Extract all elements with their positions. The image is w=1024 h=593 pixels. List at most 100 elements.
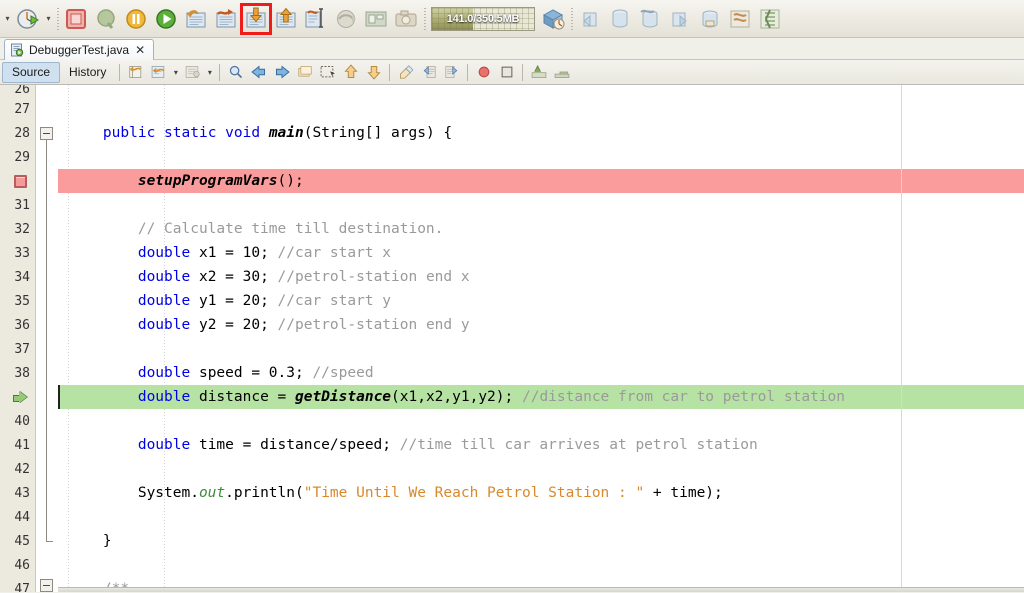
gutter-line-44[interactable]: 44 bbox=[0, 505, 35, 529]
code-line-46[interactable] bbox=[58, 553, 1024, 577]
gutter-line-40[interactable]: 40 bbox=[0, 409, 35, 433]
debug-project-caret[interactable]: ▾ bbox=[43, 4, 54, 34]
find-selection-button[interactable] bbox=[224, 62, 247, 83]
previous-error-button[interactable] bbox=[339, 62, 362, 83]
pause-debug-button[interactable] bbox=[91, 4, 121, 34]
history-tab-button[interactable]: History bbox=[60, 62, 115, 83]
code-line-26[interactable] bbox=[58, 85, 1024, 97]
gutter-line-35[interactable]: 35 bbox=[0, 289, 35, 313]
code-folding-column[interactable] bbox=[36, 85, 58, 592]
gutter-line-46[interactable]: 46 bbox=[0, 553, 35, 577]
gutter-line-36[interactable]: 36 bbox=[0, 313, 35, 337]
code-line-33[interactable]: double x1 = 10; //car start x bbox=[58, 241, 1024, 265]
toggle-breakpoint-button[interactable] bbox=[472, 62, 495, 83]
step-out-button[interactable] bbox=[271, 4, 301, 34]
debug-project-button[interactable] bbox=[13, 4, 43, 34]
fold-collapse-icon[interactable] bbox=[40, 127, 53, 140]
db-back-button[interactable] bbox=[575, 4, 605, 34]
toggle-bookmark-button[interactable] bbox=[293, 62, 316, 83]
line-number-gutter[interactable]: 26272829 3132333435363738 4041424344454647 bbox=[0, 85, 36, 592]
inspect-button[interactable] bbox=[181, 62, 204, 83]
gutter-line-47[interactable]: 47 bbox=[0, 577, 35, 592]
stop-button[interactable] bbox=[495, 62, 518, 83]
gutter-line-43[interactable]: 43 bbox=[0, 481, 35, 505]
code-line-42[interactable] bbox=[58, 457, 1024, 481]
previous-bookmark-button[interactable] bbox=[247, 62, 270, 83]
code-line-38[interactable]: double speed = 0.3; //speed bbox=[58, 361, 1024, 385]
db-connect-button[interactable] bbox=[605, 4, 635, 34]
code-line-39[interactable]: double distance = getDistance(x1,x2,y1,y… bbox=[58, 385, 1024, 409]
toggle-highlight-button[interactable] bbox=[394, 62, 417, 83]
run-to-cursor-button[interactable] bbox=[301, 4, 331, 34]
code-editor[interactable]: 26272829 3132333435363738 4041424344454647… bbox=[0, 85, 1024, 592]
code-line-27[interactable] bbox=[58, 97, 1024, 121]
code-line-43[interactable]: System.out.println("Time Until We Reach … bbox=[58, 481, 1024, 505]
gutter-line-45[interactable]: 45 bbox=[0, 529, 35, 553]
db-run-button[interactable] bbox=[635, 4, 665, 34]
code-line-36[interactable]: double y2 = 20; //petrol-station end y bbox=[58, 313, 1024, 337]
code-line-34[interactable]: double x2 = 30; //petrol-station end x bbox=[58, 265, 1024, 289]
gutter-line-42[interactable]: 42 bbox=[0, 457, 35, 481]
take-gui-snapshot-button[interactable] bbox=[361, 4, 391, 34]
code-line-31[interactable] bbox=[58, 193, 1024, 217]
step-over-button[interactable] bbox=[181, 4, 211, 34]
profile-snapshot-button[interactable] bbox=[391, 4, 421, 34]
code-line-37[interactable] bbox=[58, 337, 1024, 361]
gutter-line-33[interactable]: 33 bbox=[0, 241, 35, 265]
code-line-45[interactable]: } bbox=[58, 529, 1024, 553]
refactor-button-caret[interactable]: ▾ bbox=[170, 62, 181, 83]
code-line-29[interactable] bbox=[58, 145, 1024, 169]
code-line-40[interactable] bbox=[58, 409, 1024, 433]
breakpoint-icon[interactable] bbox=[14, 175, 27, 188]
profiler-button[interactable] bbox=[538, 4, 568, 34]
code-line-28[interactable]: public static void main(String[] args) { bbox=[58, 121, 1024, 145]
fold-collapse-icon[interactable] bbox=[40, 579, 53, 592]
db-commit-button[interactable] bbox=[695, 4, 725, 34]
next-error-button[interactable] bbox=[362, 62, 385, 83]
apply-code-changes-button[interactable] bbox=[331, 4, 361, 34]
horizontal-scrollbar[interactable] bbox=[0, 587, 1024, 592]
gutter-line-34[interactable]: 34 bbox=[0, 265, 35, 289]
inspect-button-caret[interactable]: ▾ bbox=[204, 62, 215, 83]
uncomment-button[interactable] bbox=[550, 62, 573, 83]
next-bookmark-button[interactable] bbox=[270, 62, 293, 83]
memory-gauge[interactable]: 141.0/350.5MB bbox=[431, 7, 535, 31]
db-diff-button[interactable] bbox=[725, 4, 755, 34]
gutter-line-30[interactable] bbox=[0, 169, 35, 193]
tab-debuggertest-java[interactable]: DebuggerTest.java ✕ bbox=[4, 39, 154, 60]
source-tab-button[interactable]: Source bbox=[2, 62, 60, 83]
code-line-35[interactable]: double y1 = 20; //car start y bbox=[58, 289, 1024, 313]
step-into-button[interactable] bbox=[241, 4, 271, 34]
code-token: distance = bbox=[190, 389, 295, 405]
gutter-line-38[interactable]: 38 bbox=[0, 361, 35, 385]
gutter-line-32[interactable]: 32 bbox=[0, 217, 35, 241]
debug-project-dropdown-caret[interactable]: ▾ bbox=[2, 4, 13, 34]
gutter-line-27[interactable]: 27 bbox=[0, 97, 35, 121]
code-line-41[interactable]: double time = distance/speed; //time til… bbox=[58, 433, 1024, 457]
gutter-line-26[interactable]: 26 bbox=[0, 85, 35, 97]
refactor-button[interactable] bbox=[147, 62, 170, 83]
comment-button[interactable] bbox=[527, 62, 550, 83]
gutter-line-28[interactable]: 28 bbox=[0, 121, 35, 145]
gutter-line-41[interactable]: 41 bbox=[0, 433, 35, 457]
step-over-expression-button[interactable] bbox=[211, 4, 241, 34]
code-line-30[interactable]: setupProgramVars(); bbox=[58, 169, 1024, 193]
select-rectangular-button[interactable] bbox=[316, 62, 339, 83]
pause-button[interactable] bbox=[121, 4, 151, 34]
shift-left-button[interactable] bbox=[417, 62, 440, 83]
db-compare-button[interactable] bbox=[755, 4, 785, 34]
tab-close-icon[interactable]: ✕ bbox=[134, 44, 146, 56]
shift-right-button[interactable] bbox=[440, 62, 463, 83]
code-line-32[interactable]: // Calculate time till destination. bbox=[58, 217, 1024, 241]
gutter-line-39[interactable] bbox=[0, 385, 35, 409]
continue-button[interactable] bbox=[151, 4, 181, 34]
db-forward-button[interactable] bbox=[665, 4, 695, 34]
code-line-44[interactable] bbox=[58, 505, 1024, 529]
last-edit-button[interactable] bbox=[124, 62, 147, 83]
gutter-line-29[interactable]: 29 bbox=[0, 145, 35, 169]
code-token bbox=[68, 389, 138, 405]
code-text-area[interactable]: public static void main(String[] args) {… bbox=[58, 85, 1024, 592]
finish-debugger-session-button[interactable] bbox=[61, 4, 91, 34]
gutter-line-31[interactable]: 31 bbox=[0, 193, 35, 217]
gutter-line-37[interactable]: 37 bbox=[0, 337, 35, 361]
